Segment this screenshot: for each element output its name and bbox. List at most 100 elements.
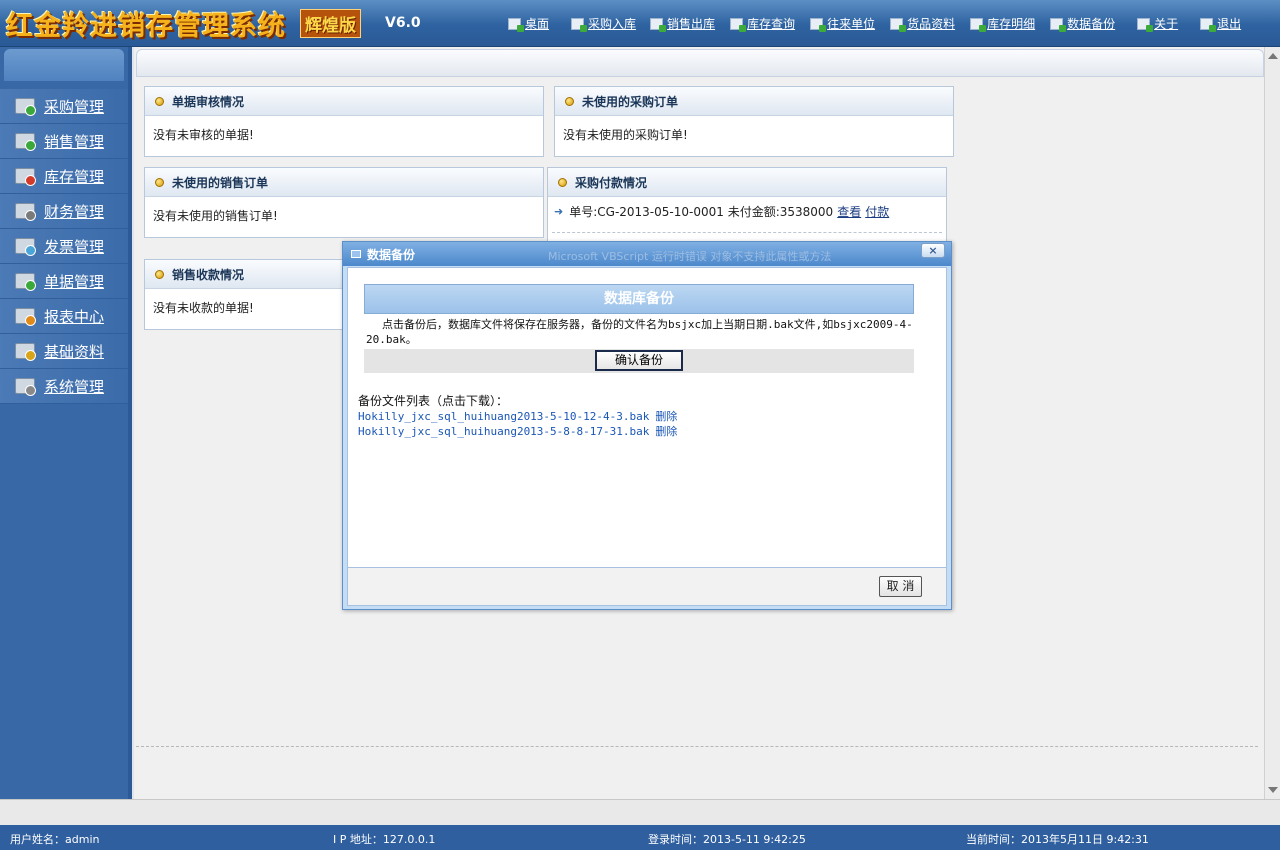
base-data-icon (14, 340, 38, 362)
stock-cart-icon (14, 165, 38, 187)
scroll-down-icon[interactable] (1268, 787, 1278, 793)
nav-purchase-in[interactable]: 采购入库 (571, 15, 636, 32)
bullet-icon (155, 96, 164, 106)
nav-goods[interactable]: 货品资料 (890, 15, 955, 32)
purchase-mgmt-icon (14, 95, 38, 117)
panel-unused-purchase: 未使用的采购订单 没有未使用的采购订单! (554, 86, 954, 157)
desktop-icon (508, 17, 524, 32)
main-divider (136, 746, 1258, 747)
payment-row: ➜ 单号:CG-2013-05-10-0001 未付金额:3538000 查看 … (548, 197, 946, 226)
backup-file-row: Hokilly_jxc_sql_huihuang2013-5-10-12-4-3… (358, 408, 677, 424)
invoice-box-icon (14, 235, 38, 257)
status-user: 用户姓名：admin (10, 833, 100, 846)
top-nav: 桌面 采购入库 销售出库 库存查询 往来单位 货品资料 库存明细 数据备份 关于… (508, 15, 1256, 32)
dialog-title: 数据备份 (367, 247, 416, 262)
nav-backup[interactable]: 数据备份 (1050, 15, 1115, 32)
scroll-up-icon[interactable] (1268, 53, 1278, 59)
panel-audit: 单据审核情况 没有未审核的单据! (144, 86, 544, 157)
panel-purchase-payment: 采购付款情况 ➜ 单号:CG-2013-05-10-0001 未付金额:3538… (547, 167, 947, 247)
view-link[interactable]: 查看 (837, 203, 861, 220)
bullet-icon (565, 96, 574, 106)
sidebar-item-purchase[interactable]: 采购管理 (0, 89, 128, 124)
bullet-icon (155, 269, 164, 279)
top-header: 红金羚进销存管理系统 辉煌版 V6.0 桌面 采购入库 销售出库 库存查询 往来… (0, 0, 1280, 47)
logout-icon (1200, 17, 1217, 32)
delete-link[interactable]: 删除 (655, 425, 677, 438)
sidebar: 采购管理 销售管理 库存管理 财务管理 发票管理 单据管理 报表中心 基础资料 … (0, 47, 132, 799)
panel-text: 没有未使用的销售订单! (153, 209, 278, 223)
version-label: V6.0 (385, 15, 421, 31)
inventory-detail-icon (970, 17, 987, 32)
app-logo: 红金羚进销存管理系统 辉煌版 V6.0 (6, 6, 421, 42)
partners-icon (810, 17, 827, 32)
status-bar: 用户姓名：admin I P 地址：127.0.0.1 登录时间：2013-5-… (0, 825, 1280, 850)
sales-icon (650, 17, 667, 32)
sidebar-header (4, 49, 124, 81)
dialog-titlebar[interactable]: 数据备份 Microsoft VBScript 运行时错误 对象不支持此属性或方… (343, 242, 951, 266)
panel-unused-sales: 未使用的销售订单 没有未使用的销售订单! (144, 167, 544, 238)
nav-logout[interactable]: 退出 (1200, 15, 1241, 32)
confirm-backup-button[interactable]: 确认备份 (595, 350, 683, 371)
panel-title: 未使用的销售订单 (172, 175, 269, 190)
status-login-time: 登录时间：2013-5-11 9:42:25 (648, 833, 806, 846)
nav-inventory-detail[interactable]: 库存明细 (970, 15, 1035, 32)
backup-dialog: 数据备份 Microsoft VBScript 运行时错误 对象不支持此属性或方… (342, 241, 952, 610)
pay-link[interactable]: 付款 (865, 203, 889, 220)
calculator-icon (14, 200, 38, 222)
close-button[interactable]: × (921, 243, 945, 258)
backup-file-link[interactable]: Hokilly_jxc_sql_huihuang2013-5-8-8-17-31… (358, 425, 649, 438)
report-truck-icon (14, 305, 38, 327)
logo-edition-badge: 辉煌版 (300, 8, 361, 38)
dialog-footer: 取 消 (347, 568, 947, 606)
nav-inventory-query[interactable]: 库存查询 (730, 15, 795, 32)
inventory-query-icon (730, 17, 747, 32)
bullet-icon (155, 177, 164, 187)
sales-cart-icon (14, 130, 38, 152)
sidebar-item-inventory[interactable]: 库存管理 (0, 159, 128, 194)
document-icon (14, 270, 38, 292)
main-header-bar (136, 49, 1264, 77)
panel-text: 没有未使用的采购订单! (563, 128, 688, 142)
error-message: Microsoft VBScript 运行时错误 对象不支持此属性或方法 (548, 250, 832, 263)
arrow-right-icon: ➜ (554, 205, 564, 218)
divider (552, 232, 942, 233)
goods-icon (890, 17, 907, 32)
sidebar-item-base-data[interactable]: 基础资料 (0, 334, 128, 369)
delete-link[interactable]: 删除 (655, 410, 677, 423)
sidebar-menu: 采购管理 销售管理 库存管理 财务管理 发票管理 单据管理 报表中心 基础资料 … (0, 89, 128, 404)
nav-partners[interactable]: 往来单位 (810, 15, 875, 32)
gear-icon (14, 375, 38, 397)
backup-file-row: Hokilly_jxc_sql_huihuang2013-5-8-8-17-31… (358, 423, 677, 439)
vertical-scrollbar[interactable] (1264, 47, 1280, 799)
files-label: 备份文件列表（点击下载）： (358, 394, 509, 408)
backup-icon (1050, 17, 1067, 32)
about-icon (1137, 17, 1154, 32)
sidebar-item-system[interactable]: 系统管理 (0, 369, 128, 404)
status-ip: I P 地址：127.0.0.1 (333, 833, 436, 846)
panel-title: 采购付款情况 (575, 175, 648, 190)
panel-title: 未使用的采购订单 (582, 94, 679, 109)
nav-about[interactable]: 关于 (1137, 15, 1178, 32)
panel-text: 没有未收款的单据! (153, 301, 254, 315)
nav-sales-out[interactable]: 销售出库 (650, 15, 715, 32)
nav-desktop[interactable]: 桌面 (508, 15, 549, 32)
purchase-icon (571, 17, 588, 32)
cancel-button[interactable]: 取 消 (879, 576, 922, 597)
sidebar-item-finance[interactable]: 财务管理 (0, 194, 128, 229)
logo-title: 红金羚进销存管理系统 (6, 10, 286, 42)
panel-sales-receipt: 销售收款情况 没有未收款的单据! (144, 259, 344, 330)
panel-title: 单据审核情况 (172, 94, 245, 109)
sidebar-item-documents[interactable]: 单据管理 (0, 264, 128, 299)
dialog-content: 数据库备份 点击备份后，数据库文件将保存在服务器，备份的文件名为bsjxc加上当… (347, 267, 947, 568)
sidebar-item-sales[interactable]: 销售管理 (0, 124, 128, 159)
panel-title: 销售收款情况 (172, 267, 245, 282)
panel-text: 没有未审核的单据! (153, 128, 254, 142)
payment-info: 单号:CG-2013-05-10-0001 未付金额:3538000 (569, 205, 834, 219)
status-current-time: 当前时间：2013年5月11日 9:42:31 (966, 833, 1149, 846)
sidebar-item-invoice[interactable]: 发票管理 (0, 229, 128, 264)
sidebar-item-reports[interactable]: 报表中心 (0, 299, 128, 334)
backup-file-link[interactable]: Hokilly_jxc_sql_huihuang2013-5-10-12-4-3… (358, 410, 649, 423)
window-icon (351, 250, 361, 258)
footer-spacer (0, 799, 1280, 825)
backup-heading: 数据库备份 (364, 284, 914, 314)
